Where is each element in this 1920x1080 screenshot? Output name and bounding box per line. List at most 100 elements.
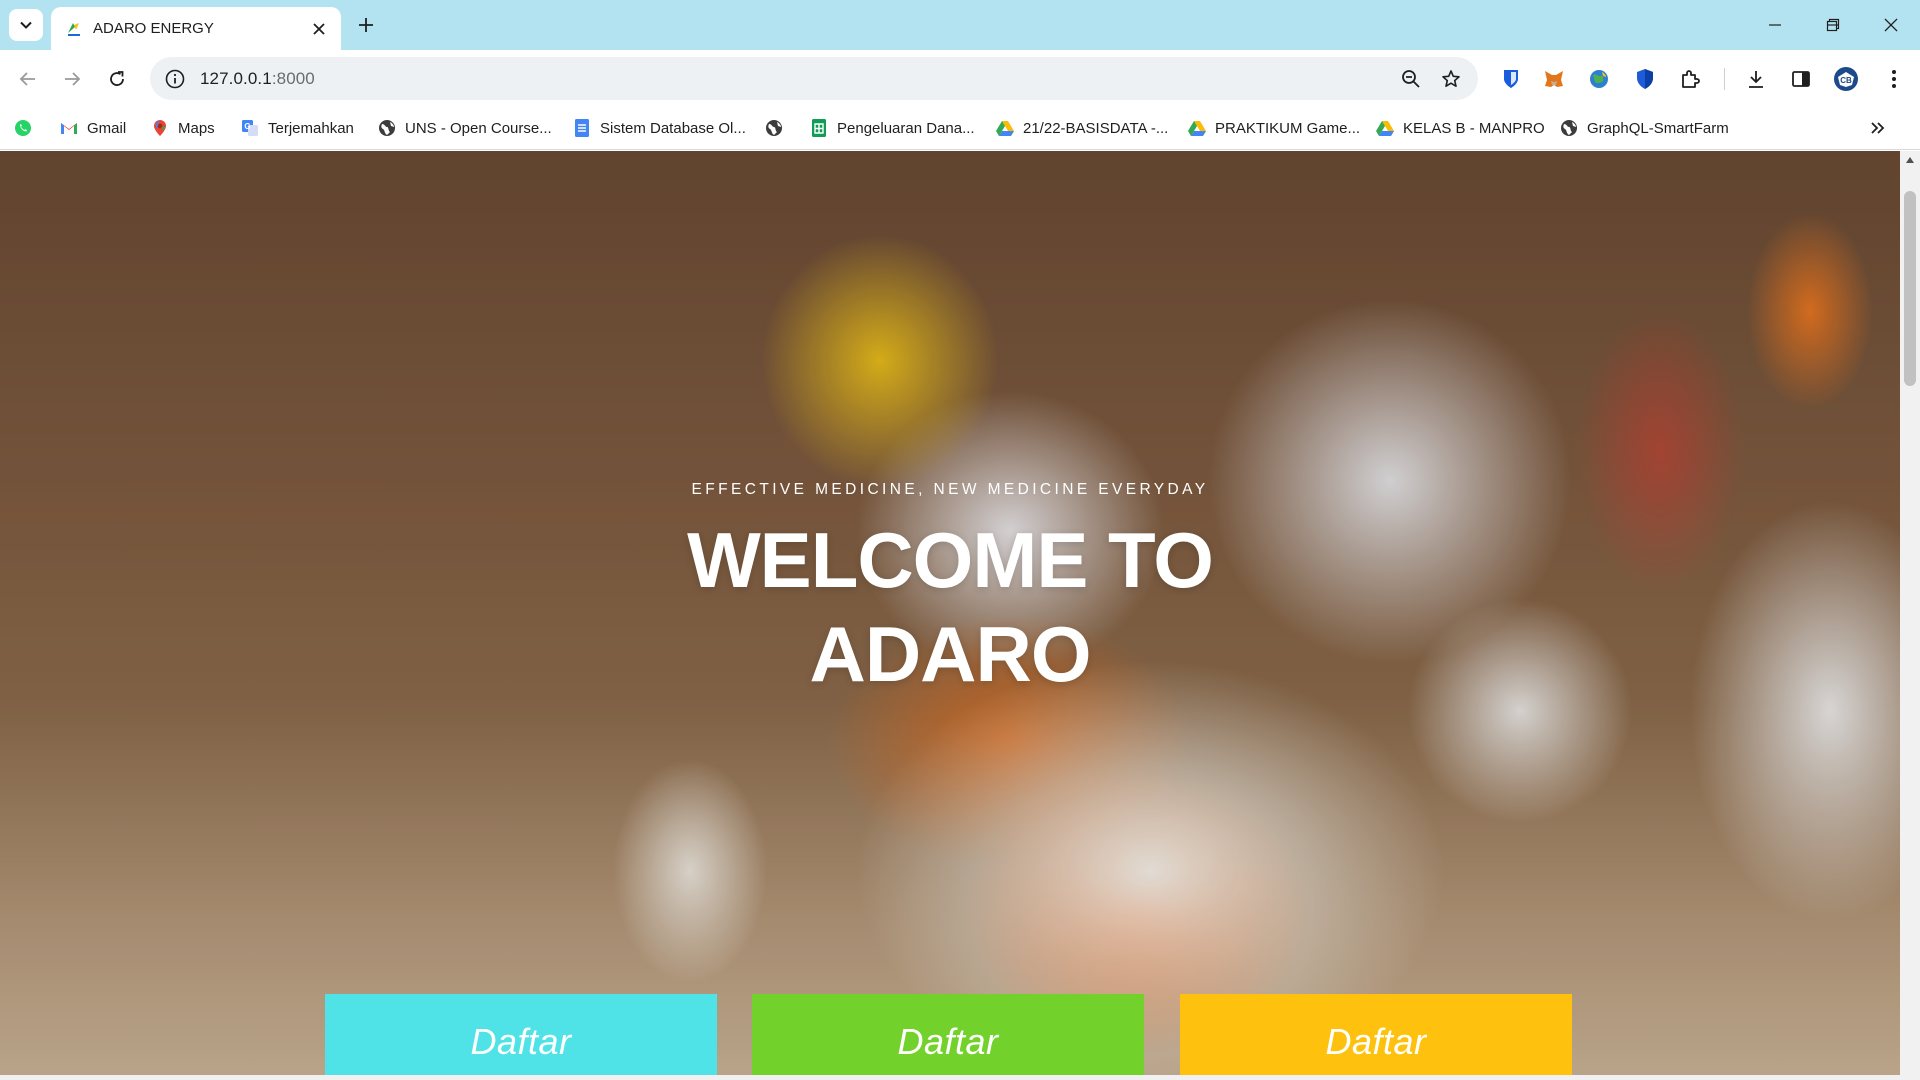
arrow-right-icon <box>65 72 81 86</box>
bookmark-label: Gmail <box>87 119 127 137</box>
bookmark-praktikum-game[interactable]: PRAKTIKUM Game... <box>1188 115 1360 141</box>
avatar-icon: CB <box>1834 67 1858 91</box>
bookmark-sistem-database[interactable]: Sistem Database Ol... <box>573 115 746 141</box>
side-panel-button[interactable] <box>1786 64 1816 94</box>
globe-icon <box>765 119 783 137</box>
info-icon[interactable] <box>164 68 186 90</box>
globe-icon <box>378 119 396 137</box>
bookmark-whatsapp[interactable] <box>14 115 41 141</box>
close-window-button-2[interactable] <box>1862 0 1920 50</box>
daftar-button-2[interactable]: Daftar <box>752 994 1144 1075</box>
bookmark-label: Sistem Database Ol... <box>600 119 746 137</box>
tab-strip: ADARO ENERGY <box>0 0 1920 50</box>
side-panel-icon <box>1792 71 1810 87</box>
bookmark-label: Terjemahkan <box>268 119 354 137</box>
page-scrollbar[interactable] <box>1900 151 1920 1075</box>
hero-tagline: EFFECTIVE MEDICINE, NEW MEDICINE EVERYDA… <box>691 481 1209 498</box>
bookmark-label: Maps <box>178 119 215 137</box>
extensions-button[interactable] <box>1675 64 1705 94</box>
reload-button[interactable] <box>101 63 133 95</box>
daftar-button-3[interactable]: Daftar <box>1180 994 1572 1075</box>
bookmark-globe[interactable] <box>765 115 792 141</box>
back-button[interactable] <box>12 63 44 95</box>
bookmark-basisdata[interactable]: 21/22-BASISDATA -... <box>996 115 1168 141</box>
metamask-extension[interactable] <box>1539 64 1569 94</box>
window-bottom-edge <box>0 1075 1920 1080</box>
bookmarks-overflow-button[interactable] <box>1870 115 1886 141</box>
daftar-button-label: Daftar <box>470 1021 572 1062</box>
zoom-out-icon <box>1402 69 1420 88</box>
bookmark-maps[interactable]: Maps <box>151 115 215 141</box>
hero-headline-line1: WELCOME TO <box>687 516 1214 604</box>
adaro-logo-icon <box>68 22 80 36</box>
earth-extension[interactable] <box>1584 64 1614 94</box>
minimize-icon <box>1769 24 1781 26</box>
reload-icon <box>110 71 124 86</box>
bookmark-gmail[interactable]: Gmail <box>60 115 126 141</box>
browser-toolbar: 127.0.0.1:8000 CB <box>0 50 1920 107</box>
address-text[interactable]: 127.0.0.1:8000 <box>200 69 1384 89</box>
scroll-up-button[interactable] <box>1900 151 1920 169</box>
svg-text:CB: CB <box>1840 76 1852 85</box>
drive-icon <box>1188 119 1206 137</box>
bookmarks-bar: Gmail Maps G Terjemahkan UNS - Open Cour… <box>0 107 1920 150</box>
bookmark-uns-open-course[interactable]: UNS - Open Course... <box>378 115 552 141</box>
docs-icon <box>573 119 591 137</box>
forward-button[interactable] <box>56 63 88 95</box>
active-tab[interactable]: ADARO ENERGY <box>51 7 341 50</box>
zoom-button[interactable] <box>1398 66 1424 92</box>
url-port: :8000 <box>271 68 315 88</box>
tab-title: ADARO ENERGY <box>93 20 214 37</box>
toolbar-divider <box>1724 68 1725 90</box>
bitwarden-extension[interactable] <box>1496 64 1526 94</box>
drive-icon <box>1376 119 1394 137</box>
bookmark-star-button[interactable] <box>1438 66 1464 92</box>
bookmark-label: Pengeluaran Dana... <box>837 119 975 137</box>
hero-headline-line2: ADARO <box>809 610 1092 698</box>
bookmark-label: GraphQL-SmartFarm <box>1587 119 1729 137</box>
gmail-icon <box>60 119 78 137</box>
bookmark-translate[interactable]: G Terjemahkan <box>241 115 354 141</box>
bookmark-label: UNS - Open Course... <box>405 119 552 137</box>
hero-headline: WELCOME TO ADARO <box>0 513 1900 701</box>
shield-extension[interactable] <box>1630 64 1660 94</box>
page-viewport: EFFECTIVE MEDICINE, NEW MEDICINE EVERYDA… <box>0 151 1900 1075</box>
chevron-down-icon <box>20 21 32 29</box>
bookmark-label: 21/22-BASISDATA -... <box>1023 119 1169 137</box>
triangle-up-icon <box>1906 157 1914 163</box>
bookmark-kelas-b-manpro[interactable]: KELAS B - MANPRO <box>1376 115 1545 141</box>
globe-color-icon <box>1590 70 1608 88</box>
drive-icon <box>996 119 1014 137</box>
bookmark-label: KELAS B - MANPRO <box>1403 119 1545 137</box>
restore-icon <box>1826 18 1840 32</box>
sheets-icon <box>810 119 828 137</box>
svg-text:G: G <box>244 122 250 131</box>
scrollbar-thumb[interactable] <box>1904 191 1916 386</box>
bookmark-pengeluaran-dana[interactable]: Pengeluaran Dana... <box>810 115 975 141</box>
tab-search-button[interactable] <box>9 9 43 41</box>
new-tab-button[interactable] <box>352 11 380 39</box>
close-tab-button[interactable] <box>309 19 329 39</box>
maps-icon <box>151 119 169 137</box>
daftar-button-1[interactable]: Daftar <box>325 994 717 1075</box>
shield-key-icon <box>1504 70 1518 88</box>
globe-icon <box>1560 119 1578 137</box>
downloads-button[interactable] <box>1741 64 1771 94</box>
profile-button[interactable]: CB <box>1831 64 1861 94</box>
star-icon <box>1442 69 1460 87</box>
plus-icon <box>359 18 373 32</box>
whatsapp-icon <box>14 119 32 137</box>
minimize-window-button[interactable] <box>1746 0 1804 50</box>
daftar-button-label: Daftar <box>897 1021 999 1062</box>
url-host: 127.0.0.1 <box>200 68 272 88</box>
arrow-left-icon <box>19 72 35 86</box>
menu-button[interactable] <box>1879 64 1909 94</box>
address-bar[interactable]: 127.0.0.1:8000 <box>150 57 1478 100</box>
bookmark-graphql-smartfarm[interactable]: GraphQL-SmartFarm <box>1560 115 1729 141</box>
download-icon <box>1749 71 1763 88</box>
daftar-button-label: Daftar <box>1325 1021 1427 1062</box>
fox-icon <box>1545 71 1563 87</box>
puzzle-icon <box>1682 70 1700 88</box>
bookmark-label: PRAKTIKUM Game... <box>1215 119 1361 137</box>
restore-window-button[interactable] <box>1804 0 1862 50</box>
